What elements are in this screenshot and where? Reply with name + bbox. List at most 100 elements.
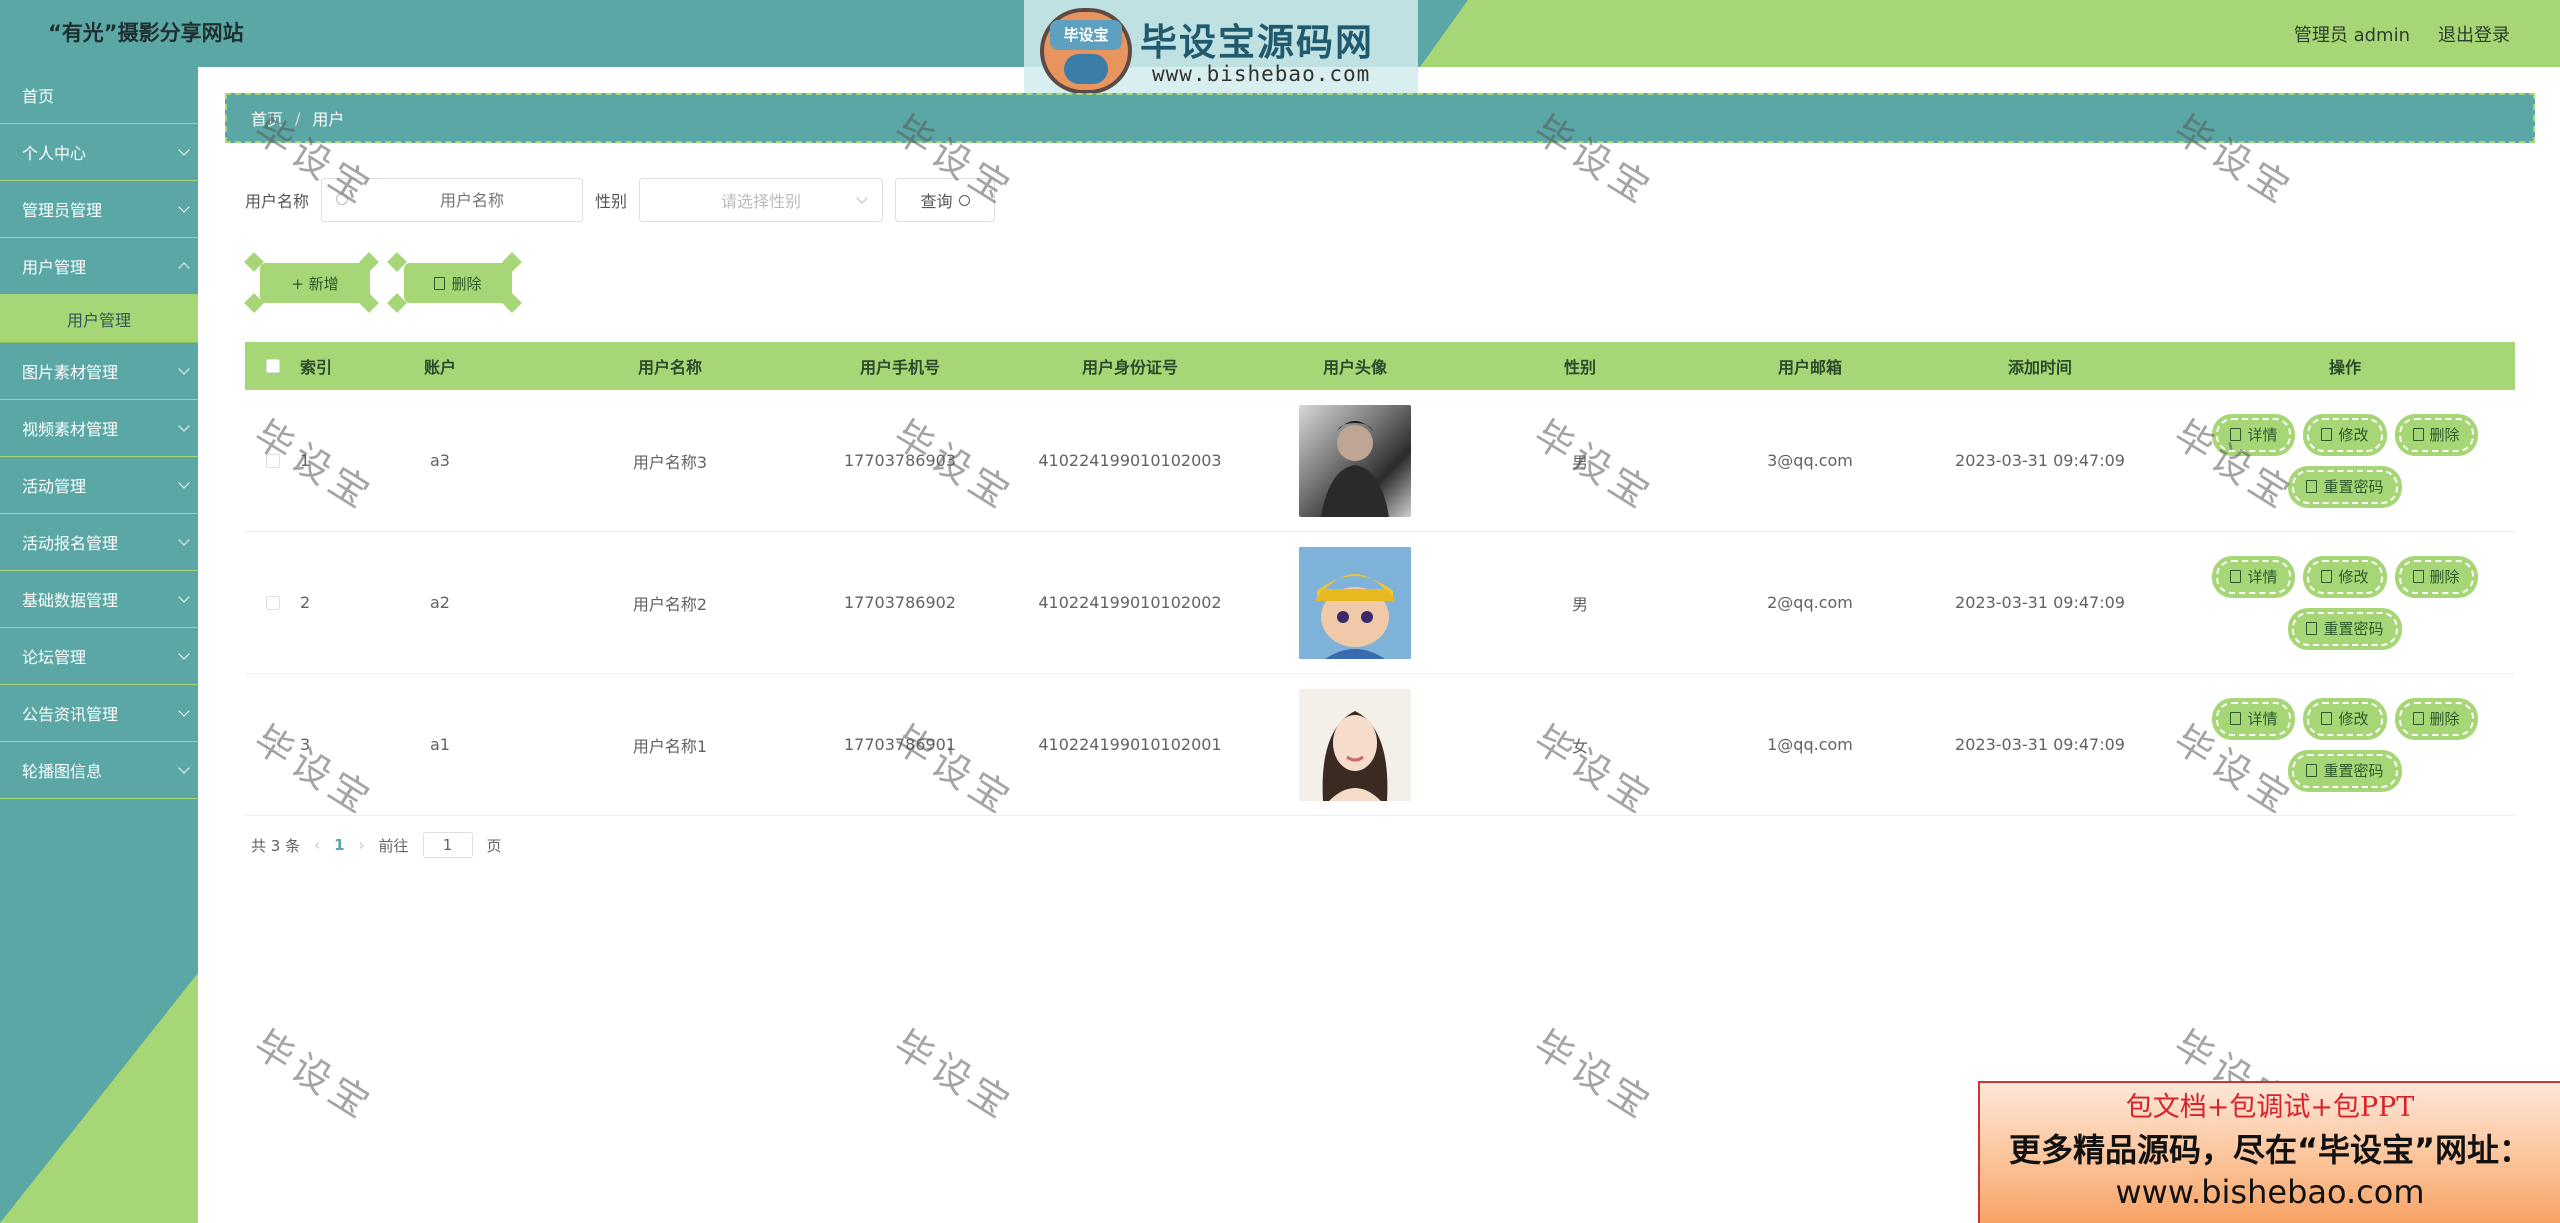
name-search-field[interactable] xyxy=(321,178,584,222)
cell-sex: 男 xyxy=(1571,452,1588,472)
sidebar-item-label: 图片素材管理 xyxy=(22,363,119,382)
row-checkbox[interactable] xyxy=(265,737,280,752)
sidebar-item-label: 个人中心 xyxy=(22,144,87,163)
ad-banner[interactable]: 包文档+包调试+包PPT 更多精品源码，尽在“毕设宝”网址： www.bishe… xyxy=(1978,1081,2560,1223)
chevron-down-icon xyxy=(178,534,190,546)
batch-delete-button[interactable]: 删除 xyxy=(404,263,512,303)
select-all-checkbox[interactable] xyxy=(265,359,280,373)
edit-icon xyxy=(2321,712,2333,725)
sidebar-item-activity[interactable]: 活动管理 xyxy=(0,457,198,514)
header-id-card: 用户身份证号 xyxy=(1081,358,1178,377)
ad-line-3: www.bishebao.com xyxy=(2115,1173,2425,1211)
delete-button[interactable]: 删除 xyxy=(2396,699,2476,738)
table-header: 索引 账户 用户名称 用户手机号 用户身份证号 用户头像 性别 用户邮箱 添加时… xyxy=(245,342,2515,390)
edit-icon xyxy=(2321,570,2333,583)
site-title: “有光”摄影分享网站 xyxy=(48,21,244,45)
cell-id-card: 410224199010102002 xyxy=(1038,593,1222,612)
ad-line-2: 更多精品源码，尽在“毕设宝”网址： xyxy=(2008,1131,2532,1169)
logo-url: www.bishebao.com xyxy=(1152,62,1371,86)
next-page-icon[interactable]: › xyxy=(359,836,365,854)
edit-button[interactable]: 修改 xyxy=(2305,415,2385,454)
select-all-cell xyxy=(245,359,300,373)
edit-button[interactable]: 修改 xyxy=(2305,557,2385,596)
cell-email: 1@qq.com xyxy=(1767,735,1853,754)
cell-operations: 详情 修改 删除 重置密码 xyxy=(2175,699,2515,790)
trash-icon xyxy=(2412,428,2424,441)
cell-user-name: 用户名称3 xyxy=(632,452,708,472)
delete-button[interactable]: 删除 xyxy=(2396,415,2476,454)
avatar-image[interactable] xyxy=(1299,404,1411,517)
sidebar-item-admin-management[interactable]: 管理员管理 xyxy=(0,181,198,238)
detail-button[interactable]: 详情 xyxy=(2214,557,2294,596)
add-button[interactable]: + 新增 xyxy=(260,263,370,303)
detail-label: 详情 xyxy=(2247,426,2278,444)
edit-button[interactable]: 修改 xyxy=(2305,699,2385,738)
detail-button[interactable]: 详情 xyxy=(2214,699,2294,738)
header-user-area: 管理员 admin 退出登录 xyxy=(2294,21,2510,47)
cell-id-card: 410224199010102001 xyxy=(1038,735,1222,754)
sidebar-item-label: 用户管理 xyxy=(22,258,87,277)
sidebar-item-label: 论坛管理 xyxy=(22,648,87,667)
reset-password-button[interactable]: 重置密码 xyxy=(2290,751,2400,790)
prev-page-icon[interactable]: ‹ xyxy=(314,836,320,854)
breadcrumb-current: 用户 xyxy=(312,110,345,129)
avatar-image[interactable] xyxy=(1299,688,1411,801)
sidebar-item-announcement[interactable]: 公告资讯管理 xyxy=(0,685,198,742)
document-icon xyxy=(2306,622,2318,635)
chevron-up-icon xyxy=(178,262,190,274)
logo-face-icon xyxy=(1064,54,1108,84)
row-checkbox[interactable] xyxy=(265,453,280,468)
sidebar-item-carousel[interactable]: 轮播图信息 xyxy=(0,742,198,799)
edit-label: 修改 xyxy=(2338,568,2369,586)
sidebar-item-home[interactable]: 首页 xyxy=(0,67,198,124)
logo-badge-text: 毕设宝 xyxy=(1050,20,1122,50)
detail-button[interactable]: 详情 xyxy=(2214,415,2294,454)
search-form: 用户名称 性别 请选择性别 查询 xyxy=(245,178,996,222)
sidebar-decoration xyxy=(0,973,198,1223)
chevron-down-icon xyxy=(178,705,190,717)
detail-label: 详情 xyxy=(2247,710,2278,728)
sidebar-item-basic-data[interactable]: 基础数据管理 xyxy=(0,571,198,628)
chevron-down-icon xyxy=(178,420,190,432)
admin-label[interactable]: 管理员 admin xyxy=(2294,21,2410,47)
table-row: 3 a1 用户名称1 17703786901 41022419901010200… xyxy=(245,674,2515,816)
cell-phone: 17703786903 xyxy=(844,451,956,470)
delete-button[interactable]: 删除 xyxy=(2396,557,2476,596)
query-button[interactable]: 查询 xyxy=(895,178,996,222)
page-number-current[interactable]: 1 xyxy=(334,836,344,854)
sidebar-item-image-material[interactable]: 图片素材管理 xyxy=(0,343,198,400)
watermark-logo: 毕设宝 毕设宝源码网 www.bishebao.com xyxy=(1024,0,1418,102)
reset-password-button[interactable]: 重置密码 xyxy=(2290,467,2400,506)
sidebar-item-label: 视频素材管理 xyxy=(22,420,119,439)
goto-page-input[interactable]: 1 xyxy=(422,832,473,858)
cell-operations: 详情 修改 删除 重置密码 xyxy=(2175,557,2515,648)
document-icon xyxy=(2230,712,2242,725)
sex-select[interactable]: 请选择性别 xyxy=(639,178,884,222)
user-table: 索引 账户 用户名称 用户手机号 用户身份证号 用户头像 性别 用户邮箱 添加时… xyxy=(245,342,2515,816)
pagination-total: 共 3 条 xyxy=(251,836,301,855)
sidebar-item-user-management[interactable]: 用户管理 xyxy=(0,238,198,295)
chevron-down-icon xyxy=(178,201,190,213)
cell-time: 2023-03-31 09:47:09 xyxy=(1955,451,2125,470)
delete-label: 删除 xyxy=(2429,568,2460,586)
name-search-input[interactable] xyxy=(322,179,583,221)
watermark-text: 毕设宝 xyxy=(246,1021,382,1130)
cell-avatar xyxy=(1265,688,1445,801)
sidebar-item-forum[interactable]: 论坛管理 xyxy=(0,628,198,685)
document-icon xyxy=(2230,570,2242,583)
breadcrumb-home[interactable]: 首页 xyxy=(251,106,283,130)
reset-password-button[interactable]: 重置密码 xyxy=(2290,609,2400,648)
sidebar-item-video-material[interactable]: 视频素材管理 xyxy=(0,400,198,457)
sidebar-item-personal-center[interactable]: 个人中心 xyxy=(0,124,198,181)
sidebar-subitem-user-management[interactable]: 用户管理 xyxy=(0,295,198,343)
sidebar-item-activity-signup[interactable]: 活动报名管理 xyxy=(0,514,198,571)
reset-password-label: 重置密码 xyxy=(2323,762,2384,780)
table-row: 2 a2 用户名称2 17703786902 41022419901010200… xyxy=(245,532,2515,674)
cell-email: 2@qq.com xyxy=(1767,593,1853,612)
avatar-image[interactable] xyxy=(1299,546,1411,659)
logout-link[interactable]: 退出登录 xyxy=(2438,21,2510,47)
row-checkbox[interactable] xyxy=(265,595,280,610)
chevron-down-icon xyxy=(178,762,190,774)
cell-phone: 17703786902 xyxy=(844,593,956,612)
sex-filter-label: 性别 xyxy=(595,192,628,211)
